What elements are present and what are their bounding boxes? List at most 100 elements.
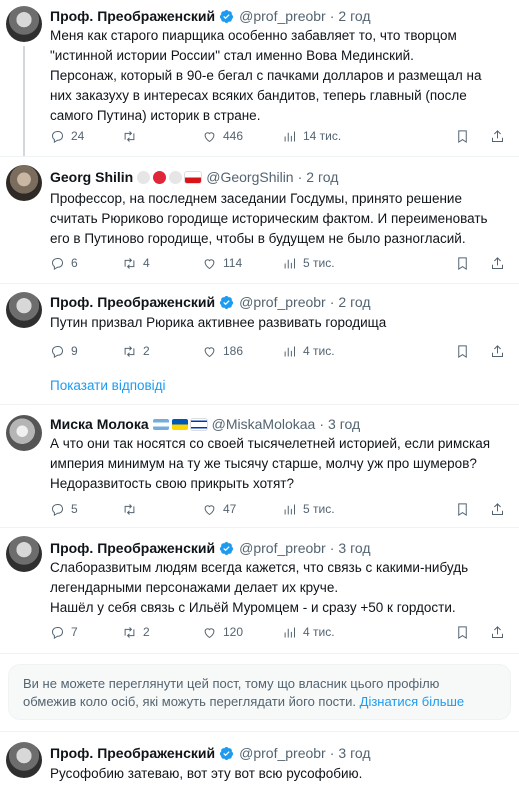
author-handle[interactable]: @prof_preobr <box>239 745 326 761</box>
israel-flag-icon <box>190 418 207 430</box>
views-button[interactable]: 5 тис. <box>282 502 392 517</box>
retweet-button[interactable] <box>122 502 202 517</box>
bookmark-icon <box>458 256 467 270</box>
views-icon <box>284 504 295 514</box>
timestamp[interactable]: 2 год <box>338 294 370 310</box>
share-button[interactable] <box>490 502 505 517</box>
author-name[interactable]: Миска Молока <box>50 416 149 432</box>
timeline: Проф. Преображенский @prof_preobr · 2 го… <box>0 0 519 791</box>
tweet[interactable]: Проф. Преображенский @prof_preobr · 3 го… <box>0 528 519 653</box>
retweet-count: 2 <box>143 344 150 358</box>
tweet-actions: 6 4 114 5 тис. <box>50 254 505 272</box>
reply-button[interactable]: 5 <box>50 502 122 517</box>
show-replies-link[interactable]: Показати відповіді <box>50 378 166 393</box>
restricted-post-notice: Ви не можете переглянути цей пост, тому … <box>8 664 511 720</box>
like-count: 114 <box>223 256 243 270</box>
reply-button[interactable]: 6 <box>50 256 122 271</box>
tweet-text-content: А что они так носятся со своей тысячелет… <box>50 436 491 491</box>
share-button[interactable] <box>490 344 505 359</box>
tweet-text: Слаборазвитым людям всегда кажется, что … <box>50 558 505 618</box>
like-button[interactable]: 186 <box>202 344 282 359</box>
author-name[interactable]: Georg Shilin <box>50 169 133 185</box>
tweet[interactable]: Georg Shilin @GeorgShilin · 2 год Профес… <box>0 157 519 282</box>
verified-icon <box>220 9 234 23</box>
author-handle[interactable]: @prof_preobr <box>239 294 326 310</box>
author-handle[interactable]: @GeorgShilin <box>206 169 293 185</box>
views-button[interactable]: 14 тис. <box>282 129 392 144</box>
avatar[interactable] <box>6 536 42 572</box>
author-handle[interactable]: @prof_preobr <box>239 8 326 24</box>
timestamp[interactable]: 3 год <box>338 540 370 556</box>
avatar[interactable] <box>6 6 42 42</box>
separator-dot: · <box>329 294 335 310</box>
tweet[interactable]: Проф. Преображенский @prof_preobr · 2 го… <box>0 284 519 399</box>
retweet-icon <box>124 503 135 515</box>
share-icon <box>492 502 503 515</box>
like-button[interactable]: 120 <box>202 625 282 640</box>
like-button[interactable]: 446 <box>202 129 282 144</box>
retweet-button[interactable]: 2 <box>122 625 202 640</box>
like-button[interactable]: 47 <box>202 502 282 517</box>
timestamp[interactable]: 3 год <box>338 745 370 761</box>
reply-button[interactable]: 24 <box>50 129 122 144</box>
views-button[interactable]: 5 тис. <box>282 256 392 271</box>
avatar[interactable] <box>6 742 42 778</box>
bookmark-button[interactable] <box>455 625 470 640</box>
tweet[interactable]: Проф. Преображенский @prof_preobr · 3 го… <box>0 732 519 791</box>
like-count: 446 <box>223 129 244 143</box>
retweet-count: 2 <box>143 625 150 639</box>
timestamp[interactable]: 2 год <box>306 169 338 185</box>
reply-icon <box>51 130 64 143</box>
share-icon <box>492 625 503 638</box>
name-emoji <box>152 418 207 430</box>
reply-count: 9 <box>71 344 78 358</box>
retweet-button[interactable] <box>122 129 202 144</box>
author-name[interactable]: Проф. Преображенский <box>50 8 215 24</box>
tweet-text-content: Русофобию затеваю, вот эту вот всю русоф… <box>50 766 363 781</box>
timestamp[interactable]: 3 год <box>328 416 360 432</box>
retweet-button[interactable]: 4 <box>122 256 202 271</box>
reply-icon <box>51 503 64 516</box>
views-button[interactable]: 4 тис. <box>282 625 392 640</box>
tweet-text: Профессор, на последнем заседании Госдум… <box>50 189 505 249</box>
tweet-header: Миска Молока @MiskaMolokaa · 3 год <box>50 414 360 434</box>
tweet-text-content: Слаборазвитым людям всегда кажется, что … <box>50 560 469 615</box>
share-button[interactable] <box>490 256 505 271</box>
retweet-button[interactable]: 2 <box>122 344 202 359</box>
red-circle-icon <box>153 170 167 184</box>
author-handle[interactable]: @prof_preobr <box>239 540 326 556</box>
avatar[interactable] <box>6 415 42 451</box>
views-icon <box>284 346 295 356</box>
reply-button[interactable]: 7 <box>50 625 122 640</box>
bookmark-button[interactable] <box>455 502 470 517</box>
views-button[interactable]: 4 тис. <box>282 344 392 359</box>
views-count: 4 тис. <box>303 344 335 358</box>
avatar[interactable] <box>6 292 42 328</box>
learn-more-link[interactable]: Дізнатися більше <box>360 694 465 709</box>
bookmark-button[interactable] <box>455 344 470 359</box>
avatar[interactable] <box>6 165 42 201</box>
czech-flag-icon <box>185 171 202 183</box>
share-button[interactable] <box>490 625 505 640</box>
share-icon <box>492 256 503 269</box>
white-circle-icon <box>169 170 183 184</box>
like-icon <box>204 346 215 357</box>
reply-count: 6 <box>71 256 78 270</box>
views-count: 14 тис. <box>303 129 342 143</box>
tweet-text: Путин призвал Рюрика активнее развивать … <box>50 313 505 333</box>
author-name[interactable]: Проф. Преображенский <box>50 745 215 761</box>
reply-button[interactable]: 9 <box>50 344 122 359</box>
bookmark-button[interactable] <box>455 129 470 144</box>
tweet[interactable]: Миска Молока @MiskaMolokaa · 3 год А что… <box>0 405 519 525</box>
share-icon <box>492 129 503 142</box>
author-handle[interactable]: @MiskaMolokaa <box>212 416 316 432</box>
views-icon <box>284 627 295 637</box>
like-button[interactable]: 114 <box>202 256 282 271</box>
author-name[interactable]: Проф. Преображенский <box>50 540 215 556</box>
views-count: 5 тис. <box>303 256 335 270</box>
tweet[interactable]: Проф. Преображенский @prof_preobr · 2 го… <box>0 0 519 156</box>
author-name[interactable]: Проф. Преображенский <box>50 294 215 310</box>
share-button[interactable] <box>490 129 505 144</box>
bookmark-button[interactable] <box>455 256 470 271</box>
timestamp[interactable]: 2 год <box>338 8 370 24</box>
